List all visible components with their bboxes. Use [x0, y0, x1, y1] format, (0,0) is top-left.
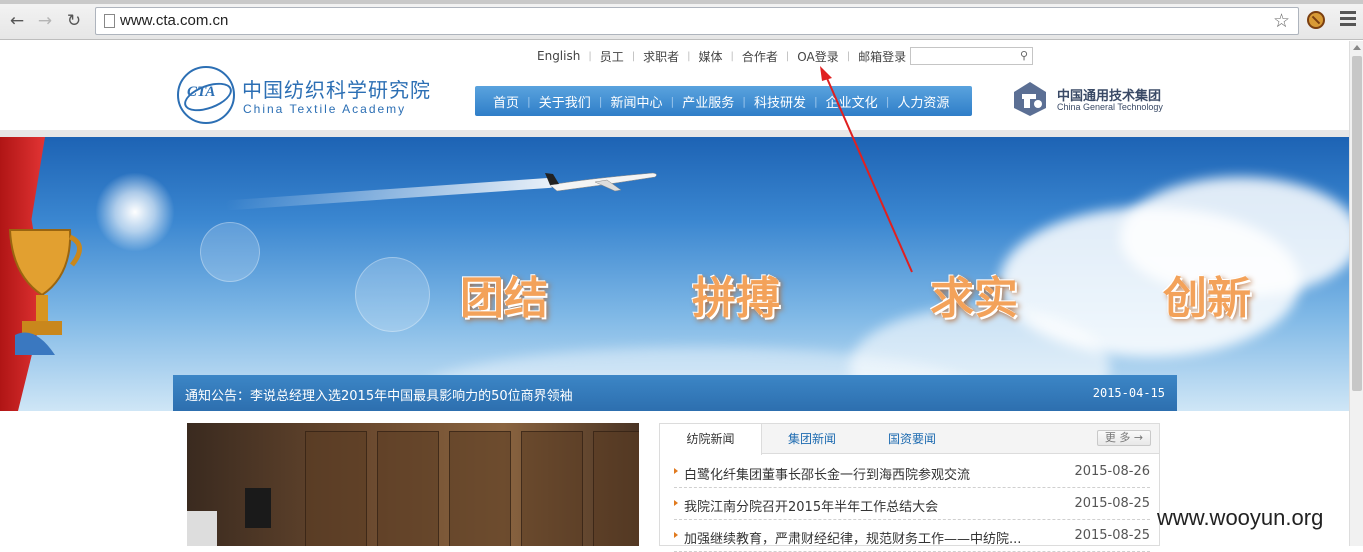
search-icon[interactable]: ⚲ — [1020, 49, 1028, 62]
sun-glare — [95, 172, 175, 252]
forward-arrow-icon[interactable]: → — [34, 11, 56, 33]
nav-culture[interactable]: 企业文化 — [818, 92, 886, 111]
news-date: 2015-08-25 — [1074, 528, 1150, 543]
lens-flare — [355, 257, 430, 332]
top-link-media[interactable]: 媒体 — [691, 48, 731, 65]
url-text: www.cta.com.cn — [120, 12, 229, 29]
airplane-icon — [545, 172, 657, 192]
news-item[interactable]: 加强继续教育，严肃财经纪律，规范财务工作——中纺院... 2015-08-25 — [674, 520, 1150, 552]
partner-logo[interactable]: 中国通用技术集团 China General Technology — [1010, 80, 1180, 120]
top-link-mail-login[interactable]: 邮箱登录 — [850, 48, 914, 65]
scroll-thumb[interactable] — [1352, 56, 1362, 391]
wall-panel — [521, 431, 583, 546]
page-icon — [104, 14, 115, 28]
tab-strip — [0, 0, 1363, 4]
header-divider — [0, 130, 1349, 137]
news-box: 纺院新闻 集团新闻 国资要闻 更 多 → 白鹭化纤集团董事长邵长金一行到海西院参… — [659, 423, 1160, 552]
banner-slogan-1: 团结 — [460, 273, 548, 324]
news-item[interactable]: 白鹭化纤集团董事长邵长金一行到海西院参观交流 2015-08-26 — [674, 456, 1150, 488]
top-link-jobseeker[interactable]: 求职者 — [635, 48, 687, 65]
news-title[interactable]: 我院江南分院召开2015年半年工作总结大会 — [684, 496, 938, 515]
air-conditioner — [187, 511, 217, 546]
trophy-icon — [8, 229, 82, 355]
nav-industry[interactable]: 产业服务 — [674, 92, 742, 111]
menu-icon[interactable] — [1340, 11, 1356, 27]
news-title[interactable]: 白鹭化纤集团董事长邵长金一行到海西院参观交流 — [684, 464, 970, 483]
address-bar[interactable]: www.cta.com.cn ☆ — [95, 7, 1299, 35]
tab-group-news[interactable]: 集团新闻 — [770, 424, 854, 454]
tab-sasac-news[interactable]: 国资要闻 — [872, 424, 952, 454]
more-button[interactable]: 更 多 → — [1097, 430, 1151, 446]
news-photo[interactable] — [187, 423, 639, 546]
banner-slogan-4: 创新 — [1163, 273, 1251, 324]
news-title[interactable]: 加强继续教育，严肃财经纪律，规范财务工作——中纺院... — [684, 528, 1021, 547]
nav-research[interactable]: 科技研发 — [746, 92, 814, 111]
bookmark-star-icon[interactable]: ☆ — [1273, 10, 1290, 32]
wall-panel — [593, 431, 639, 546]
speaker — [245, 488, 271, 528]
partner-english-name: China General Technology — [1057, 102, 1163, 112]
news-item[interactable]: 我院江南分院召开2015年半年工作总结大会 2015-08-25 — [674, 488, 1150, 520]
browser-toolbar: ← → ↻ www.cta.com.cn ☆ — [0, 0, 1363, 40]
banner-slogan-2: 拼搏 — [692, 273, 780, 324]
logo-mark-text: CTA — [187, 84, 216, 100]
bullet-arrow-icon — [674, 500, 678, 506]
news-tabs: 纺院新闻 集团新闻 国资要闻 更 多 → — [660, 424, 1159, 455]
banner-slogan-3: 求实 — [930, 273, 1018, 324]
wall-panel — [305, 431, 367, 546]
hero-banner[interactable] — [0, 137, 1349, 411]
watermark: www.wooyun.org — [1157, 505, 1324, 530]
logo-chinese-name: 中国纺织科学研究院 — [242, 78, 431, 102]
wall-panel — [377, 431, 439, 546]
notice-text[interactable]: 通知公告：李说总经理入选2015年中国最具影响力的50位商界领袖 — [185, 385, 573, 404]
lens-flare — [200, 222, 260, 282]
site-search-input[interactable]: ⚲ — [910, 47, 1033, 65]
top-links: English | 员工 | 求职者 | 媒体 | 合作者 | OA登录 | 邮箱登录 — [529, 48, 914, 64]
notice-bar[interactable]: 通知公告：李说总经理入选2015年中国最具影响力的50位商界领袖 2015-04… — [173, 375, 1177, 411]
page-scrollbar[interactable] — [1349, 41, 1363, 546]
contrail — [225, 177, 555, 211]
reload-icon[interactable]: ↻ — [63, 11, 85, 33]
wall-panel — [449, 431, 511, 546]
extension-icon[interactable] — [1307, 11, 1325, 29]
notice-date: 2015-04-15 — [1092, 386, 1165, 400]
top-link-oa-login[interactable]: OA登录 — [789, 48, 846, 65]
back-arrow-icon[interactable]: ← — [6, 11, 28, 33]
top-link-english[interactable]: English — [529, 49, 588, 63]
bullet-arrow-icon — [674, 532, 678, 538]
top-link-partner[interactable]: 合作者 — [734, 48, 786, 65]
scroll-up-arrow-icon[interactable] — [1353, 45, 1361, 50]
partner-logo-icon — [1014, 82, 1046, 116]
nav-about[interactable]: 关于我们 — [531, 92, 599, 111]
site-logo[interactable]: CTA 中国纺织科学研究院 China Textile Academy — [177, 66, 437, 126]
nav-home[interactable]: 首页 — [485, 92, 527, 111]
top-link-staff[interactable]: 员工 — [592, 48, 632, 65]
news-date: 2015-08-25 — [1074, 496, 1150, 511]
nav-news[interactable]: 新闻中心 — [602, 92, 670, 111]
news-date: 2015-08-26 — [1074, 464, 1150, 479]
bullet-arrow-icon — [674, 468, 678, 474]
main-navigation: 首页 | 关于我们 | 新闻中心 | 产业服务 | 科技研发 | 企业文化 | 人力资源 — [475, 86, 972, 116]
logo-english-name: China Textile Academy — [243, 102, 407, 116]
tab-academy-news[interactable]: 纺院新闻 — [660, 424, 762, 455]
nav-hr[interactable]: 人力资源 — [889, 92, 957, 111]
